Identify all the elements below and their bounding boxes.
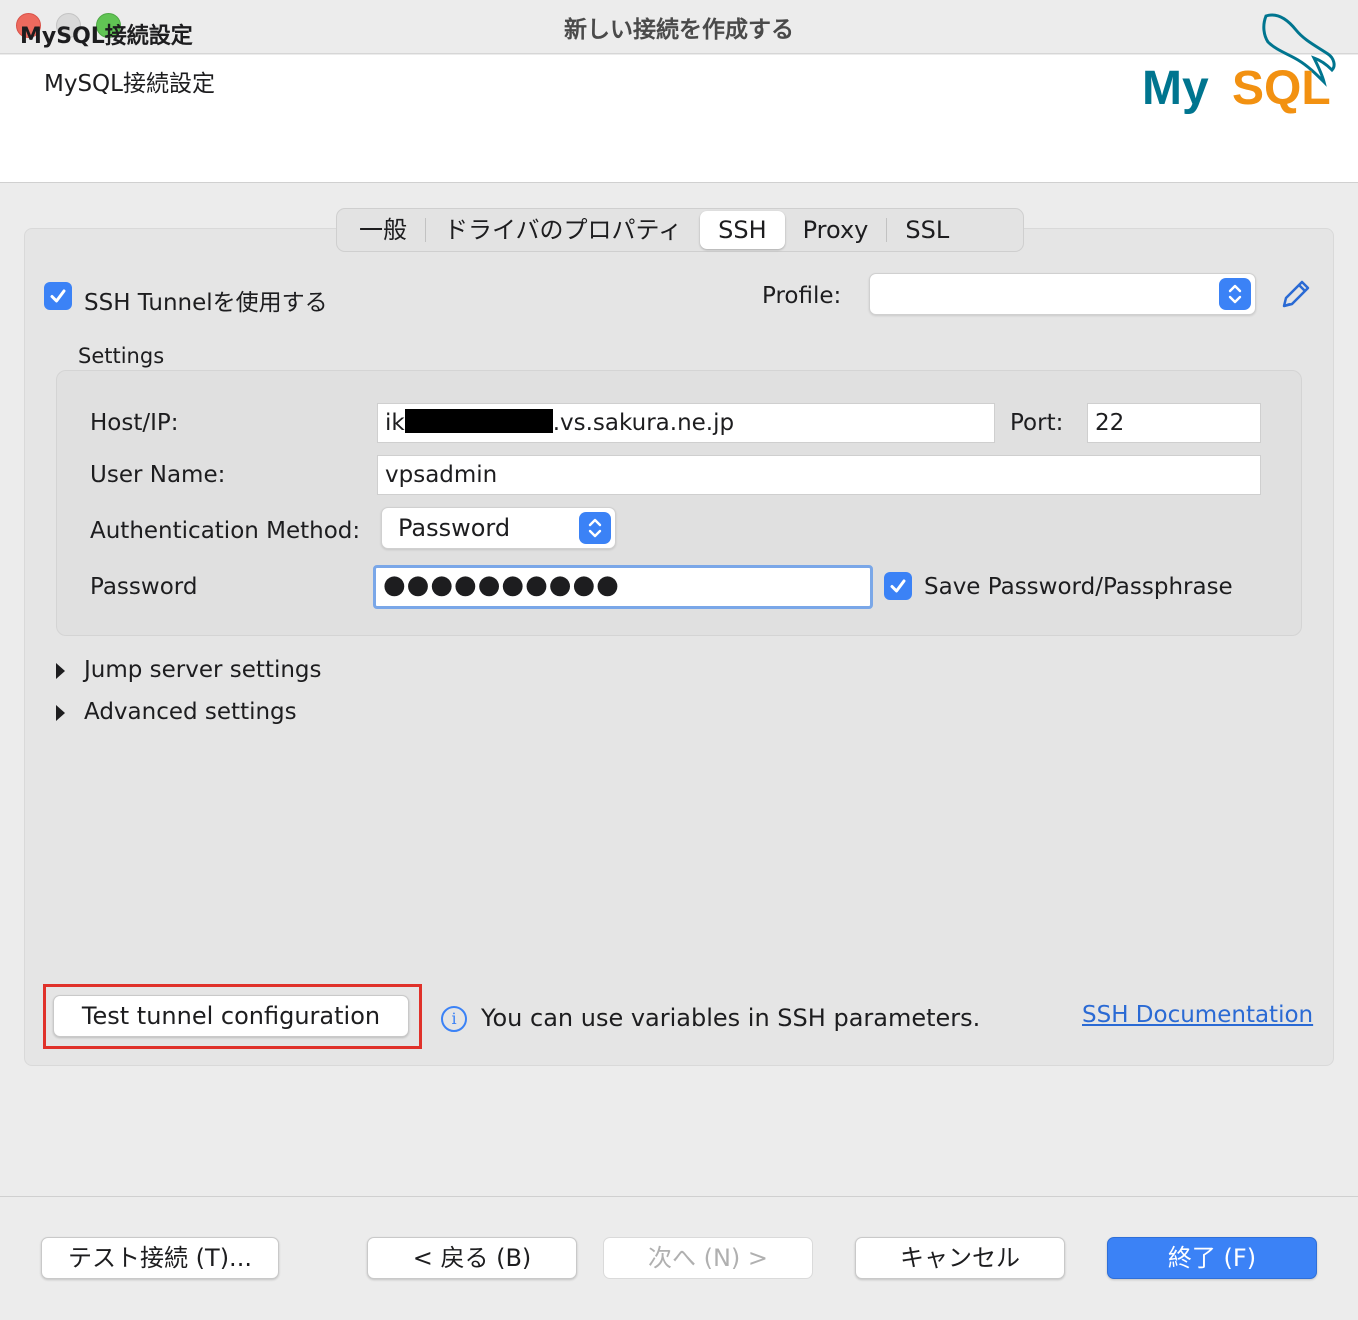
tab-driver-properties[interactable]: ドライバのプロパティ [426,211,700,249]
profile-select[interactable] [869,273,1256,315]
pencil-edit-icon[interactable] [1278,278,1312,312]
auth-method-stepper [579,512,611,544]
next-button[interactable]: 次へ (N) > [603,1237,813,1279]
password-label: Password [90,574,198,600]
tab-proxy[interactable]: Proxy [785,211,887,249]
checkmark-icon [50,289,66,303]
host-prefix: ik [385,410,405,436]
auth-method-label: Authentication Method: [90,518,361,544]
tab-general[interactable]: 一般 [341,211,425,249]
tab-ssl[interactable]: SSL [887,211,967,249]
disclosure-triangle-icon[interactable] [56,705,65,721]
chevron-up-down-icon [588,518,602,538]
mysql-logo-my: My [1142,62,1209,115]
use-ssh-tunnel-label: SSH Tunnelを使用する [84,290,328,316]
test-connection-button[interactable]: テスト接続 (T)... [41,1237,279,1279]
username-input[interactable]: vpsadmin [377,455,1261,495]
jump-server-settings-toggle[interactable]: Jump server settings [84,657,322,683]
chevron-up-down-icon [1228,284,1242,304]
variables-info-text: You can use variables in SSH parameters. [481,1004,981,1032]
save-password-checkbox[interactable] [884,572,912,600]
advanced-settings-toggle[interactable]: Advanced settings [84,699,297,725]
settings-group-label: Settings [78,344,165,368]
host-suffix: .vs.sakura.ne.jp [552,410,735,436]
redacted-block [404,409,553,433]
profile-select-stepper [1219,278,1251,310]
use-ssh-tunnel-checkbox[interactable] [44,282,72,310]
info-icon: i [441,1006,467,1032]
auth-method-select[interactable]: Password [381,507,616,549]
disclosure-triangle-icon[interactable] [56,663,65,679]
auth-method-value: Password [398,514,511,542]
ssh-documentation-link[interactable]: SSH Documentation [1082,1002,1313,1028]
host-label: Host/IP: [90,410,179,436]
ssh-settings-panel [24,228,1334,1066]
port-input[interactable]: 22 [1087,403,1261,443]
page-subtitle: MySQL接続設定 [44,71,215,97]
mysql-logo-sql: SQL [1232,62,1331,115]
back-button[interactable]: < 戻る (B) [367,1237,577,1279]
cancel-button[interactable]: キャンセル [855,1237,1065,1279]
host-input[interactable]: ik .vs.sakura.ne.jp [377,403,995,443]
save-password-label: Save Password/Passphrase [924,574,1233,600]
test-tunnel-button[interactable]: Test tunnel configuration [53,995,409,1037]
mysql-logo: My SQL [1142,13,1336,115]
tab-ssh[interactable]: SSH [700,211,785,249]
username-label: User Name: [90,462,226,488]
checkmark-icon [890,579,906,593]
password-input[interactable]: ●●●●●●●●●● [373,565,873,609]
footer-divider [0,1196,1358,1197]
page-title: MySQL接続設定 [20,24,193,49]
port-label: Port: [1010,410,1064,436]
tab-bar: 一般 ドライバのプロパティ SSH Proxy SSL [336,208,1024,252]
finish-button[interactable]: 終了 (F) [1107,1237,1317,1279]
profile-label: Profile: [762,283,842,309]
